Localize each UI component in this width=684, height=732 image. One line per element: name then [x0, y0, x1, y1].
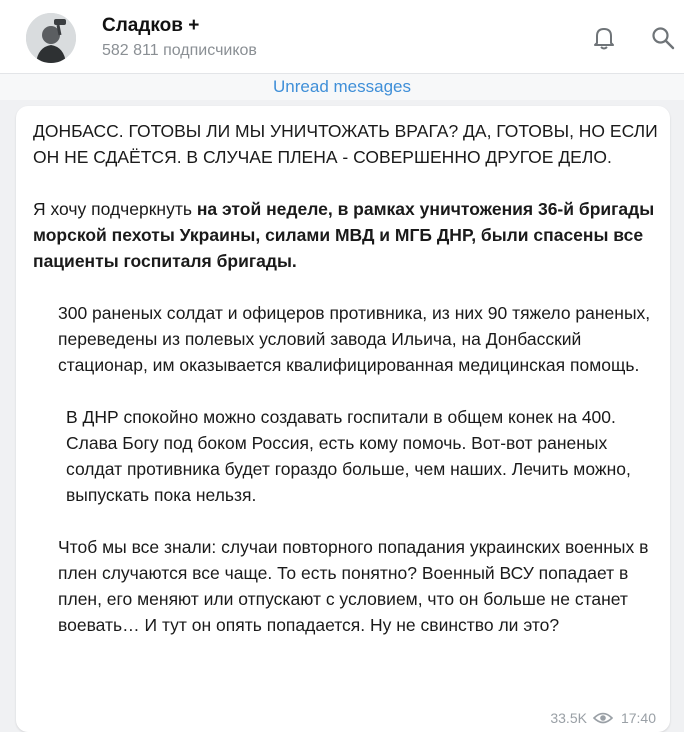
message-time: 17:40 — [620, 710, 656, 726]
message-paragraph-3: 300 раненых солдат и офицеров противника… — [58, 303, 651, 375]
eye-icon — [592, 711, 614, 725]
message-paragraph-2-plain: Я хочу подчеркнуть — [33, 199, 197, 219]
channel-header: Сладков + 582 811 подписчиков — [0, 0, 684, 74]
bell-icon[interactable] — [590, 24, 618, 52]
message-bubble[interactable]: ДОНБАСС. ГОТОВЫ ЛИ МЫ УНИЧТОЖАТЬ ВРАГА? … — [16, 106, 670, 732]
message-paragraph-5: Чтоб мы все знали: случаи повторного поп… — [58, 537, 649, 635]
message-paragraph-1: ДОНБАСС. ГОТОВЫ ЛИ МЫ УНИЧТОЖАТЬ ВРАГА? … — [33, 121, 658, 167]
unread-messages-divider: Unread messages — [0, 74, 684, 100]
message-paragraph-4: В ДНР спокойно можно создавать госпитали… — [66, 407, 631, 505]
view-count: 33.5K — [550, 710, 587, 726]
search-icon[interactable] — [650, 25, 676, 51]
subscriber-count: 582 811 подписчиков — [102, 42, 257, 59]
channel-avatar[interactable] — [26, 13, 76, 63]
message-paragraph-2: Я хочу подчеркнуть на этой неделе, в рам… — [33, 196, 663, 274]
message-text: ДОНБАСС. ГОТОВЫ ЛИ МЫ УНИЧТОЖАТЬ ВРАГА? … — [33, 118, 663, 638]
channel-name[interactable]: Сладков + — [102, 15, 199, 37]
message-meta: 33.5K 17:40 — [550, 710, 656, 726]
